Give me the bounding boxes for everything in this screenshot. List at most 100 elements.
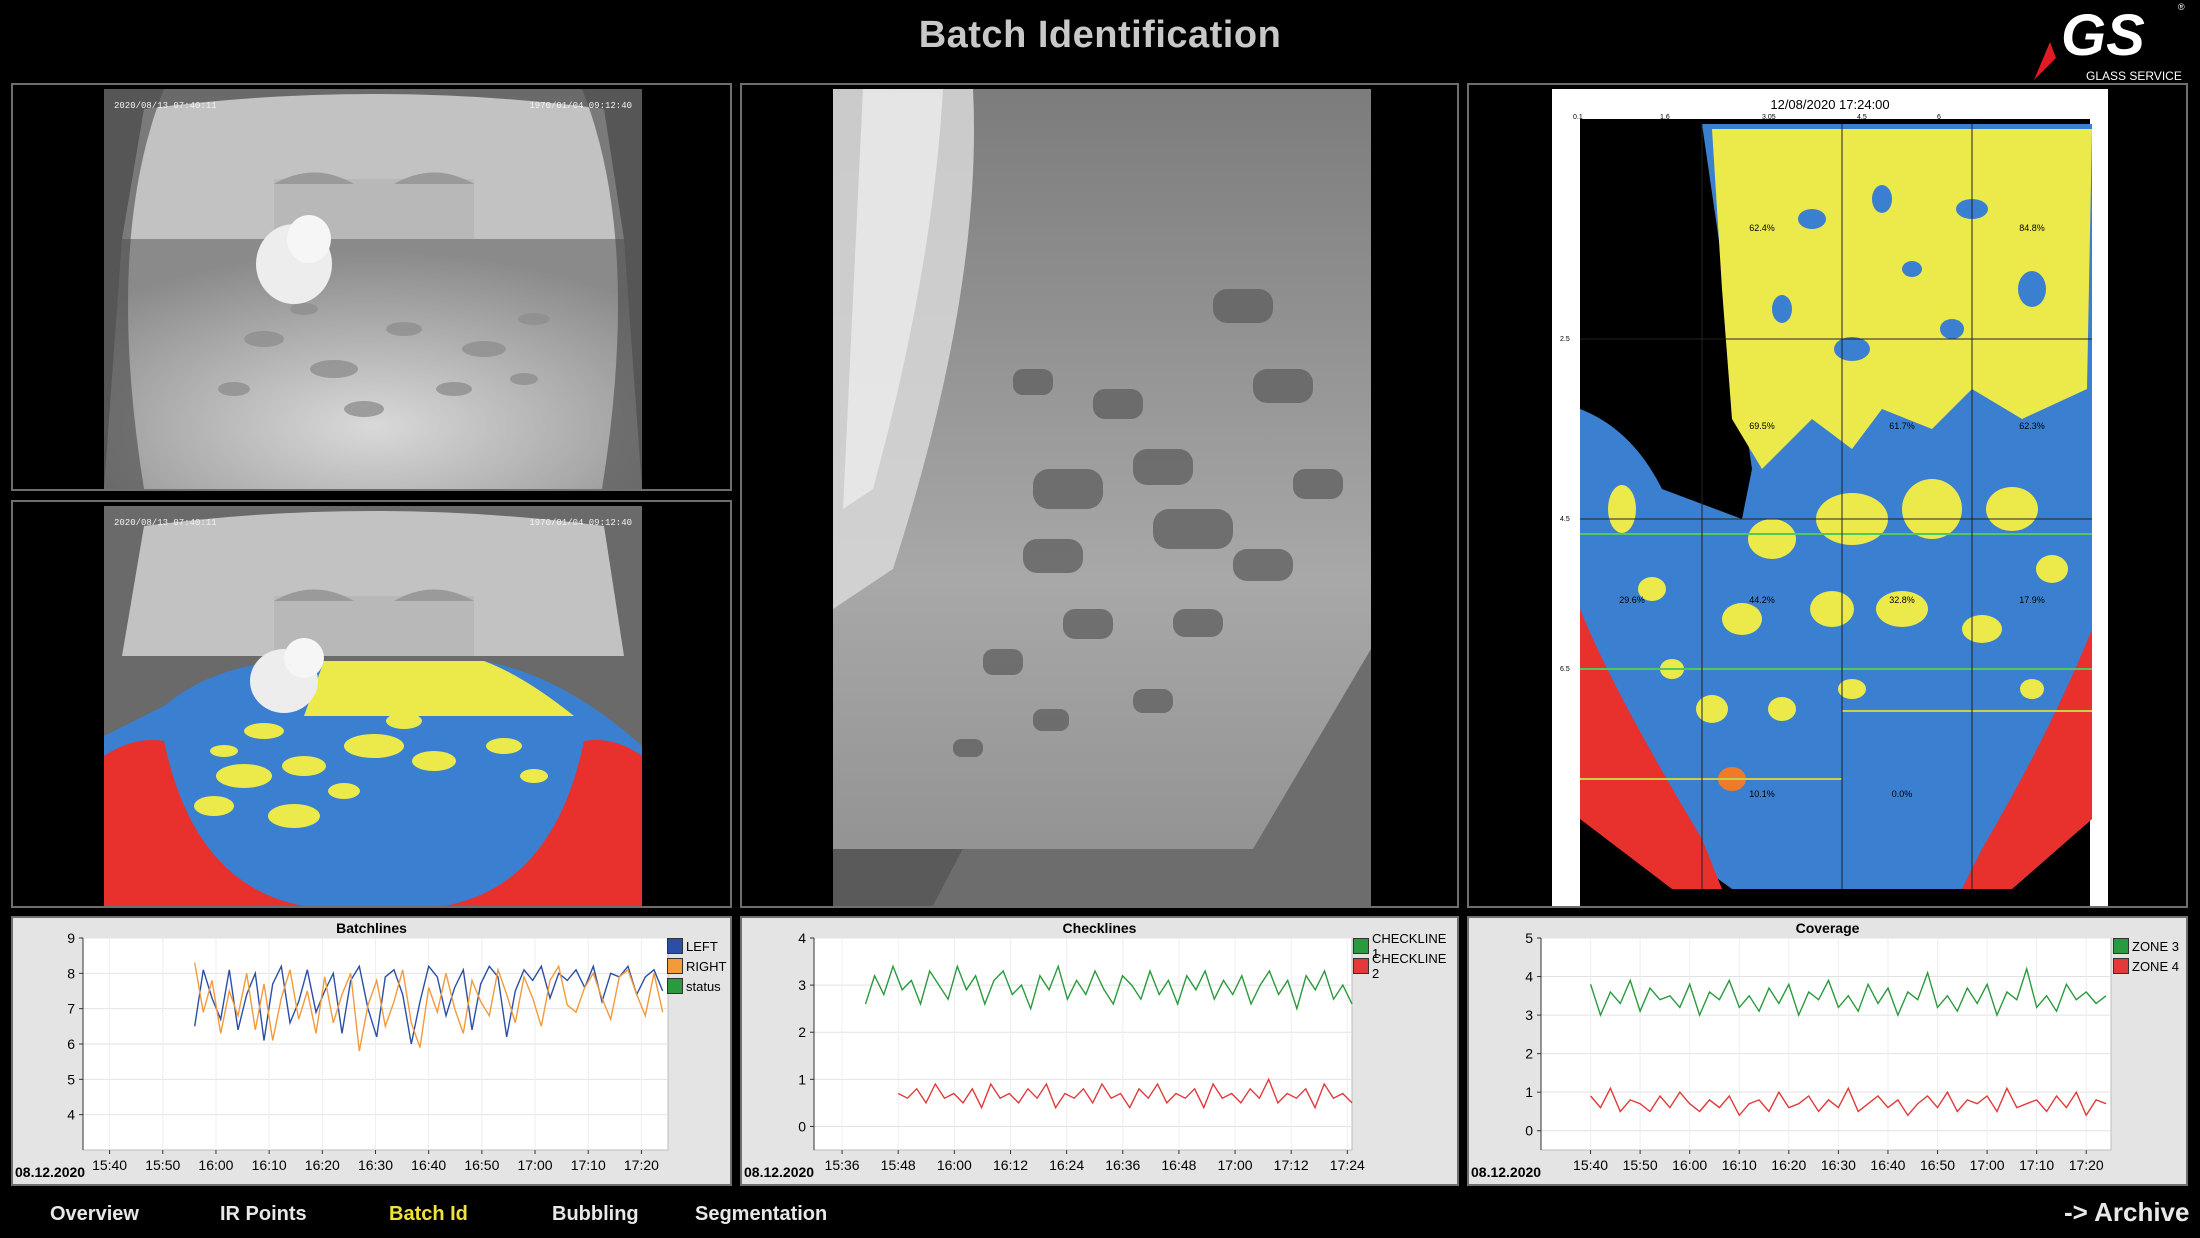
segmentation-scale-label: 2.5 bbox=[1560, 336, 1570, 343]
legend-swatch bbox=[667, 938, 683, 954]
x-tick-label: 16:00 bbox=[937, 1157, 972, 1173]
x-tick-label: 16:12 bbox=[993, 1157, 1028, 1173]
plot-area bbox=[1540, 937, 2112, 1151]
x-tick-label: 16:30 bbox=[358, 1157, 393, 1173]
legend-swatch bbox=[2113, 958, 2129, 974]
chart-date: 08.12.2020 bbox=[744, 1164, 815, 1180]
legend-item: ZONE 3 bbox=[2113, 936, 2179, 956]
x-tick-label: 16:50 bbox=[464, 1157, 499, 1173]
x-tick-label: 16:30 bbox=[1821, 1157, 1856, 1173]
segmentation-zone-pct: 62.3% bbox=[2019, 421, 2045, 431]
chart-date: 08.12.2020 bbox=[15, 1164, 86, 1180]
segmentation-zone-pct: 10.1% bbox=[1749, 789, 1775, 799]
segmentation-view: 12/08/2020 17:24:00 0.1 1.6 3.05 4.5 6 2.5 4.… bbox=[1552, 89, 2108, 906]
x-tick-label: 16:36 bbox=[1105, 1157, 1140, 1173]
nav-bubbling[interactable]: Bubbling bbox=[552, 1203, 639, 1226]
camera-timestamp-left: 2020/08/13 07:40:11 bbox=[114, 101, 217, 111]
camera-panel-center bbox=[740, 83, 1459, 908]
segmentation-zone-pct: 84.8% bbox=[2019, 223, 2045, 233]
y-tick-label: 9 bbox=[67, 930, 75, 946]
chart-legend: CHECKLINE 1 CHECKLINE 2 bbox=[1353, 931, 1457, 981]
legend-item: LEFT bbox=[667, 936, 726, 956]
x-tick-label: 16:40 bbox=[1870, 1157, 1905, 1173]
y-tick-label: 2 bbox=[1525, 1046, 1533, 1062]
x-tick-label: 16:40 bbox=[411, 1157, 446, 1173]
legend-label: status bbox=[686, 978, 721, 994]
y-tick-label: 0 bbox=[798, 1118, 806, 1134]
camera-view-raw: 2020/08/13 07:40:11 1970/01/04 09:12:40 bbox=[104, 89, 642, 489]
x-tick-label: 15:50 bbox=[145, 1157, 180, 1173]
camera-panel-overlay: 2020/08/13 07:40:11 1970/01/04 09:12:40 bbox=[11, 500, 732, 908]
x-tick-label: 16:20 bbox=[1771, 1157, 1806, 1173]
x-tick-label: 17:24 bbox=[1330, 1157, 1365, 1173]
legend-item: ZONE 4 bbox=[2113, 956, 2179, 976]
segmentation-zone-pct: 0.0% bbox=[1892, 789, 1913, 799]
segmentation-scale-label: 6.5 bbox=[1560, 666, 1570, 673]
legend-swatch bbox=[667, 978, 683, 994]
page-title: Batch Identification bbox=[918, 14, 1282, 56]
segmentation-zone-pct: 32.8% bbox=[1889, 595, 1915, 605]
legend-label: LEFT bbox=[686, 938, 718, 954]
x-tick-label: 17:20 bbox=[2069, 1157, 2104, 1173]
nav-overview[interactable]: Overview bbox=[50, 1203, 139, 1226]
archive-link[interactable]: -> Archive bbox=[2064, 1197, 2189, 1228]
legend-label: ZONE 3 bbox=[2132, 938, 2179, 954]
y-tick-label: 7 bbox=[67, 1001, 75, 1017]
x-tick-label: 15:48 bbox=[881, 1157, 916, 1173]
furnace-image-overlay bbox=[104, 506, 642, 906]
segmentation-zone-pct: 17.9% bbox=[2019, 595, 2045, 605]
x-tick-label: 16:24 bbox=[1049, 1157, 1084, 1173]
chart-legend: ZONE 3 ZONE 4 bbox=[2113, 936, 2179, 976]
chart-date: 08.12.2020 bbox=[1471, 1164, 1542, 1180]
chart-checklines: Checklines 0 1 2 3 4 15:36 15:48 16:00 16:12 16:2… bbox=[740, 916, 1459, 1186]
furnace-image-raw bbox=[104, 89, 642, 489]
x-tick-label: 16:00 bbox=[1672, 1157, 1707, 1173]
chart-plot: 4 5 6 7 8 9 15:40 15:50 16:00 16:10 16:20 16:30 16:4… bbox=[67, 930, 669, 1173]
y-tick-label: 4 bbox=[1525, 969, 1533, 985]
segmentation-map: 12/08/2020 17:24:00 0.1 1.6 3.05 4.5 6 2.54.… bbox=[1552, 89, 2108, 906]
nav-ir-points[interactable]: IR Points bbox=[220, 1203, 307, 1226]
segmentation-zone-pct: 62.4% bbox=[1749, 223, 1775, 233]
segmentation-zone-pct: 61.7% bbox=[1889, 421, 1915, 431]
camera-panel-raw: 2020/08/13 07:40:11 1970/01/04 09:12:40 bbox=[11, 83, 732, 491]
x-tick-label: 15:40 bbox=[1573, 1157, 1608, 1173]
x-tick-label: 17:10 bbox=[571, 1157, 606, 1173]
legend-swatch bbox=[2113, 938, 2129, 954]
legend-swatch bbox=[1353, 958, 1369, 974]
chart-batchlines: Batchlines 4 5 6 7 8 9 15:40 15:50 16:00 16:10 16:… bbox=[11, 916, 732, 1186]
y-tick-label: 5 bbox=[1525, 930, 1533, 946]
x-tick-label: 16:50 bbox=[1920, 1157, 1955, 1173]
camera-timestamp-left: 2020/08/13 07:40:11 bbox=[114, 518, 217, 528]
nav-segmentation[interactable]: Segmentation bbox=[695, 1203, 827, 1226]
x-tick-label: 15:50 bbox=[1623, 1157, 1658, 1173]
chart-plot: 0 1 2 3 4 5 15:40 15:50 16:00 16:10 16:20 16:30 16:4… bbox=[1525, 930, 2112, 1173]
nav-batch-id[interactable]: Batch Id bbox=[389, 1203, 468, 1226]
x-tick-label: 17:10 bbox=[2019, 1157, 2054, 1173]
y-tick-label: 4 bbox=[798, 930, 806, 946]
legend-swatch bbox=[1353, 938, 1369, 954]
legend-label: CHECKLINE 2 bbox=[1371, 951, 1447, 981]
y-tick-label: 8 bbox=[67, 965, 75, 981]
svg-text:GS: GS bbox=[2061, 3, 2145, 68]
segmentation-timestamp: 12/08/2020 17:24:00 bbox=[1770, 97, 1889, 112]
x-tick-label: 15:40 bbox=[92, 1157, 127, 1173]
y-tick-label: 0 bbox=[1525, 1123, 1533, 1139]
furnace-image-center bbox=[833, 89, 1371, 906]
y-tick-label: 3 bbox=[798, 977, 806, 993]
x-tick-label: 17:12 bbox=[1274, 1157, 1309, 1173]
segmentation-zone-pct: 29.6% bbox=[1619, 595, 1645, 605]
x-tick-label: 17:00 bbox=[1970, 1157, 2005, 1173]
camera-timestamp-right: 1970/01/04 09:12:40 bbox=[529, 518, 632, 528]
y-tick-label: 1 bbox=[1525, 1084, 1533, 1100]
svg-text:GLASS SERVICE: GLASS SERVICE bbox=[2086, 69, 2182, 83]
camera-view-overlay: 2020/08/13 07:40:11 1970/01/04 09:12:40 bbox=[104, 506, 642, 906]
y-tick-label: 5 bbox=[67, 1071, 75, 1087]
chart-legend: LEFT RIGHT status bbox=[667, 936, 726, 996]
x-tick-label: 16:00 bbox=[198, 1157, 233, 1173]
x-tick-label: 17:20 bbox=[624, 1157, 659, 1173]
segmentation-zone-pct: 44.2% bbox=[1749, 595, 1775, 605]
chart-coverage: Coverage 0 1 2 3 4 5 15:40 15:50 16:00 16:10 16:20… bbox=[1467, 916, 2188, 1186]
y-tick-label: 4 bbox=[67, 1107, 75, 1123]
segmentation-scale-label: 4.5 bbox=[1560, 516, 1570, 523]
chart-plot: 0 1 2 3 4 15:36 15:48 16:00 16:12 16:24 16:36 16:48… bbox=[798, 930, 1365, 1173]
